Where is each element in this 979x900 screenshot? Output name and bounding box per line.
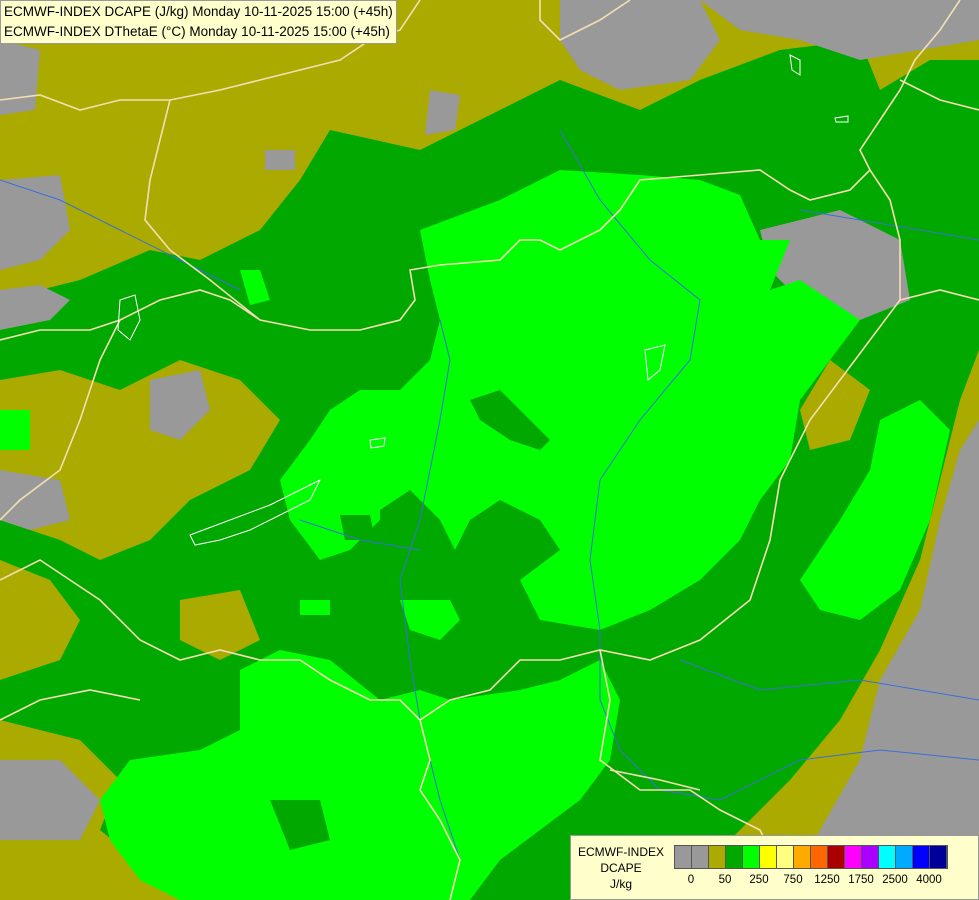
- color-legend: ECMWF-INDEX DCAPE J/kg 0 50 250 750 1250 1750…: [570, 835, 979, 900]
- legend-swatch: [879, 846, 896, 868]
- legend-color-bar: [674, 845, 948, 869]
- legend-swatch: [760, 846, 777, 868]
- legend-swatch: [896, 846, 913, 868]
- legend-tick-row: 0 50 250 750 1250 1750 2500 4000: [674, 874, 974, 890]
- legend-swatch: [675, 846, 692, 868]
- map-title-box: ECMWF-INDEX DCAPE (J/kg) Monday 10-11-20…: [0, 0, 397, 44]
- legend-swatch: [930, 846, 947, 868]
- legend-tick-label: 50: [718, 874, 732, 886]
- legend-parameter-name: DCAPE: [600, 861, 642, 875]
- legend-tick-label: 1250: [814, 874, 840, 886]
- legend-swatch: [777, 846, 794, 868]
- legend-tick-label: 4000: [916, 874, 942, 886]
- legend-swatch: [743, 846, 760, 868]
- map-title-dthetae: ECMWF-INDEX DThetaE (°C) Monday 10-11-20…: [4, 24, 390, 39]
- legend-tick-label: 0: [687, 874, 695, 886]
- legend-tick-label: 750: [783, 874, 803, 886]
- legend-swatch: [692, 846, 709, 868]
- legend-swatch: [913, 846, 930, 868]
- legend-tick-label: 250: [749, 874, 769, 886]
- legend-tick-label: 2500: [882, 874, 908, 886]
- legend-swatch: [845, 846, 862, 868]
- legend-swatch: [726, 846, 743, 868]
- legend-model-name: ECMWF-INDEX: [578, 845, 664, 859]
- legend-swatch: [862, 846, 879, 868]
- legend-tick-label: 1750: [848, 874, 874, 886]
- legend-swatch: [794, 846, 811, 868]
- legend-swatch: [811, 846, 828, 868]
- map-title-dcape: ECMWF-INDEX DCAPE (J/kg) Monday 10-11-20…: [4, 4, 393, 19]
- legend-swatch: [828, 846, 845, 868]
- legend-unit: J/kg: [609, 877, 632, 891]
- legend-label: ECMWF-INDEX DCAPE J/kg: [575, 844, 667, 892]
- legend-swatch: [709, 846, 726, 868]
- dcape-map: [0, 0, 979, 900]
